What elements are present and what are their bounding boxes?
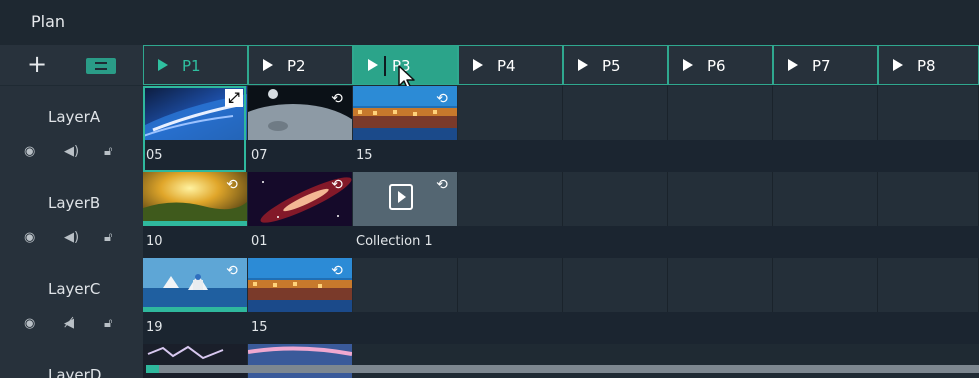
empty-cell[interactable] — [563, 258, 668, 312]
collapse-icon[interactable] — [86, 58, 116, 74]
play-icon — [683, 59, 693, 71]
play-icon — [368, 59, 378, 71]
clip-caption: 05 — [146, 148, 163, 163]
program-header-p1[interactable]: P1 — [143, 45, 248, 85]
clip-caption: 15 — [251, 320, 268, 335]
empty-cell[interactable] — [458, 258, 563, 312]
eye-icon[interactable]: ◉ — [24, 144, 35, 159]
clip-caption: 07 — [251, 148, 268, 163]
play-icon — [788, 59, 798, 71]
collection-thumbnail[interactable]: ⟲ — [353, 172, 457, 226]
program-label: P1 — [182, 57, 201, 75]
layer-name: LayerD — [48, 366, 102, 378]
layer-name: LayerA — [48, 108, 101, 126]
program-label: P2 — [287, 57, 306, 75]
empty-cell[interactable] — [773, 86, 878, 140]
empty-cell[interactable] — [353, 258, 458, 312]
clip-thumbnail[interactable]: ⟲ — [248, 258, 352, 312]
layer-header-b[interactable]: LayerB ◉ ◀) 🔓︎ — [0, 172, 143, 258]
loop-icon[interactable]: ⟲ — [328, 176, 346, 194]
clip-caption: 19 — [146, 320, 163, 335]
layer-name: LayerB — [48, 194, 101, 212]
clip-thumbnail[interactable]: ⟲ — [143, 258, 247, 312]
program-header-p7[interactable]: P7 — [773, 45, 878, 85]
empty-cell[interactable] — [878, 258, 979, 312]
clip-thumbnail[interactable]: ⟲ — [353, 86, 457, 140]
layer-row-b: ⟲ ⟲ ⟲ 10 01 Collection 1 — [143, 172, 979, 258]
program-label: P4 — [497, 57, 516, 75]
speaker-icon[interactable]: ◀) — [64, 144, 79, 159]
program-header-p8[interactable]: P8 — [878, 45, 979, 85]
program-header-p6[interactable]: P6 — [668, 45, 773, 85]
speaker-icon[interactable]: ◀) — [64, 230, 79, 245]
loop-icon[interactable]: ⟲ — [433, 90, 451, 108]
layer-header-c[interactable]: LayerC ◉ ◀̸ 🔓︎ — [0, 258, 143, 344]
fullscreen-icon[interactable]: ⤢ — [225, 89, 243, 107]
clip-caption: Collection 1 — [356, 234, 433, 249]
empty-cell[interactable] — [563, 172, 668, 226]
layer-name: LayerC — [48, 280, 101, 298]
progress-bar — [143, 221, 247, 226]
empty-cell[interactable] — [563, 86, 668, 140]
layer-row-a: ⤢ ⟲ ⟲ 05 07 15 — [143, 86, 979, 172]
plus-icon[interactable]: + — [27, 52, 47, 76]
loop-icon[interactable]: ⟲ — [433, 176, 451, 194]
play-icon — [158, 59, 168, 71]
eye-icon[interactable]: ◉ — [24, 316, 35, 331]
lock-icon[interactable]: 🔓︎ — [104, 144, 112, 159]
text-cursor — [384, 56, 386, 76]
empty-cell[interactable] — [773, 258, 878, 312]
title-bar: Plan — [0, 0, 979, 45]
program-label: P7 — [812, 57, 831, 75]
empty-cell[interactable] — [458, 172, 563, 226]
clip-thumbnail[interactable]: ⟲ — [248, 172, 352, 226]
empty-cell[interactable] — [878, 86, 979, 140]
program-header-p5[interactable]: P5 — [563, 45, 668, 85]
empty-cell[interactable] — [668, 86, 773, 140]
empty-cell[interactable] — [458, 86, 563, 140]
loop-icon[interactable]: ⟲ — [223, 262, 241, 280]
program-header-p4[interactable]: P4 — [458, 45, 563, 85]
window-title: Plan — [31, 12, 66, 31]
caption-strip — [143, 226, 979, 258]
clip-caption: 01 — [251, 234, 268, 249]
layer-row-c: ⟲ ⟲ 19 15 — [143, 258, 979, 344]
toolbar: + — [0, 45, 143, 85]
loop-icon[interactable]: ⟲ — [328, 90, 346, 108]
loop-icon[interactable]: ⟲ — [223, 176, 241, 194]
lock-icon[interactable]: 🔓︎ — [104, 230, 112, 245]
layer-header-d[interactable]: LayerD — [0, 344, 143, 378]
collection-play-icon — [389, 184, 413, 210]
program-header-p2[interactable]: P2 — [248, 45, 353, 85]
caption-strip — [143, 312, 979, 344]
eye-icon[interactable]: ◉ — [24, 230, 35, 245]
play-icon — [473, 59, 483, 71]
empty-cell[interactable] — [878, 172, 979, 226]
progress-bar — [143, 307, 247, 312]
program-header-p3[interactable]: P3 — [353, 45, 458, 91]
program-label: P5 — [602, 57, 621, 75]
clip-thumbnail[interactable]: ⤢ — [143, 86, 247, 140]
play-icon — [263, 59, 273, 71]
loop-icon[interactable]: ⟲ — [328, 262, 346, 280]
clip-thumbnail[interactable]: ⟲ — [248, 86, 352, 140]
clip-caption: 10 — [146, 234, 163, 249]
empty-cell[interactable] — [668, 258, 773, 312]
clip-caption: 15 — [356, 148, 373, 163]
layer-header-a[interactable]: LayerA ◉ ◀) 🔓︎ — [0, 86, 143, 172]
clip-thumbnail[interactable]: ⟲ — [143, 172, 247, 226]
lock-icon[interactable]: 🔓︎ — [104, 316, 112, 331]
program-label: P8 — [917, 57, 936, 75]
empty-cell[interactable] — [668, 172, 773, 226]
caption-strip — [143, 140, 979, 172]
speaker-muted-icon[interactable]: ◀̸ — [64, 316, 74, 331]
horizontal-scrollbar[interactable] — [146, 365, 979, 373]
program-label: P6 — [707, 57, 726, 75]
empty-cell[interactable] — [773, 172, 878, 226]
scrollbar-thumb[interactable] — [146, 365, 159, 373]
play-icon — [578, 59, 588, 71]
play-icon — [893, 59, 903, 71]
